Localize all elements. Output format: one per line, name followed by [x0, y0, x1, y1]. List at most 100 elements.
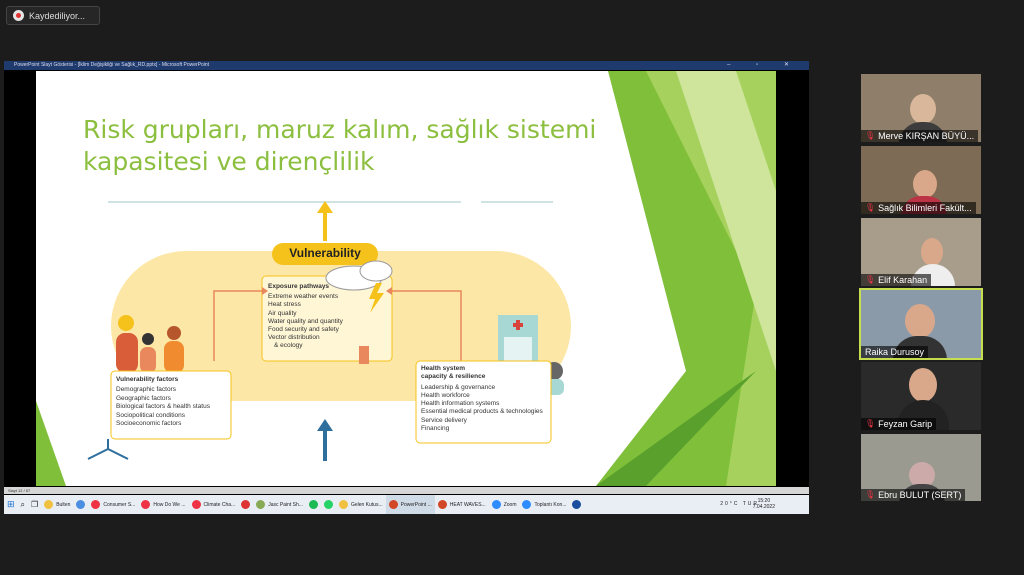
taskbar-item-active[interactable]: PowerPoint ...: [385, 495, 435, 514]
taskbar-item[interactable]: How Do We ...: [138, 495, 188, 514]
slideshow-status: Slayt 12 / 57: [4, 487, 809, 494]
participant-name: Raika Durusoy: [865, 347, 925, 357]
factor-item: Geographic factors: [116, 394, 171, 402]
participant-label: 🎙 Ebru BULUT (SERT): [861, 489, 966, 501]
factor-item: Socioeconomic factors: [116, 420, 182, 428]
participant-tile[interactable]: 🎙 Merve KIRŞAN BÜYÜ...: [861, 74, 981, 142]
health-item: Service delivery: [421, 416, 467, 424]
presentation-slide: Risk grupları, maruz kalım, sağlık siste…: [36, 71, 776, 486]
start-button[interactable]: ⊞: [4, 495, 18, 514]
app-icon: [76, 500, 86, 509]
window-titlebar: PowerPoint Slayt Gösterisi - [İklim Deği…: [4, 61, 809, 70]
health-title-1: Health system: [421, 365, 466, 372]
taskbar-item[interactable]: HEAT WAVES...: [435, 495, 489, 514]
search-icon: ⌕: [20, 499, 26, 509]
participant-label: 🎙 Merve KIRŞAN BÜYÜ...: [861, 130, 979, 142]
health-item: Health information systems: [421, 400, 500, 408]
participant-tile[interactable]: 🎙 Sağlık Bilimleri Fakült...: [861, 146, 981, 214]
recording-label: Kaydediliyor...: [29, 10, 86, 21]
muted-mic-icon: 🎙: [865, 419, 876, 428]
exposure-item: Extreme weather events: [268, 293, 339, 301]
factor-item: Demographic factors: [116, 386, 176, 394]
taskbar-item-label: HEAT WAVES...: [449, 501, 486, 508]
taskbar-item-label: Bulten: [56, 501, 71, 508]
help-icon: [572, 500, 582, 509]
exposure-item: Heat stress: [268, 301, 301, 309]
person-icon-3: [167, 326, 181, 340]
green-shape-5: [36, 401, 66, 486]
exposure-item: Vector distribution: [268, 334, 320, 342]
participant-name: Merve KIRŞAN BÜYÜ...: [878, 131, 975, 141]
chrome-icon: [141, 500, 151, 509]
participant-label: Raika Durusoy: [861, 346, 929, 358]
search-button[interactable]: ⌕: [18, 495, 28, 514]
whatsapp-icon: [323, 500, 333, 509]
paint-icon: [256, 500, 266, 509]
participant-label: 🎙 Elif Karahan: [861, 274, 932, 286]
participant-name: Elif Karahan: [878, 275, 928, 285]
exposure-item: & ecology: [274, 342, 303, 350]
window-title: PowerPoint Slayt Gösterisi - [İklim Deği…: [14, 62, 210, 68]
taskbar-item[interactable]: [321, 495, 336, 514]
taskbar-item-label: PowerPoint ...: [400, 501, 432, 508]
muted-mic-icon: 🎙: [865, 275, 876, 284]
taskbar-item-label: Gelen Kutus...: [350, 501, 383, 508]
exposure-pathways: Exposure pathways Extreme weather events…: [268, 283, 363, 351]
participant-video: [913, 170, 937, 198]
folder-icon: [44, 500, 54, 509]
participant-video: [905, 304, 935, 338]
pdf-icon: [437, 500, 447, 509]
participant-tile[interactable]: 🎙 Elif Karahan: [861, 218, 981, 286]
exposure-item: Food security and safety: [268, 326, 339, 334]
participant-video: [921, 238, 943, 266]
taskbar-item[interactable]: [73, 495, 88, 514]
participant-tile[interactable]: 🎙 Ebru BULUT (SERT): [861, 434, 981, 501]
bottom-arrow-head: [317, 419, 333, 431]
taskbar-item[interactable]: Consumer S...: [88, 495, 138, 514]
taskbar-clock[interactable]: 15:20 7.04.2022: [753, 498, 775, 510]
person-icon-2: [142, 333, 154, 345]
recording-indicator[interactable]: Kaydediliyor...: [6, 6, 100, 25]
health-item: Health workforce: [421, 391, 470, 399]
taskbar-item[interactable]: [238, 495, 253, 514]
taskbar-item-label: Zoom: [503, 501, 517, 508]
zoom-icon: [522, 500, 532, 509]
health-title-2: capacity & resilience: [421, 373, 486, 381]
slide-title: Risk grupları, maruz kalım, sağlık siste…: [83, 114, 596, 178]
health-item: Leadership & governance: [421, 383, 496, 391]
task-view-button[interactable]: ❐: [28, 495, 41, 514]
taskbar-item[interactable]: [306, 495, 321, 514]
task-view-icon: ❐: [31, 500, 39, 509]
taskbar-item[interactable]: Zoom: [489, 495, 520, 514]
taskbar-item[interactable]: Climate Cha...: [189, 495, 239, 514]
window-controls[interactable]: – ▫ ✕: [727, 61, 801, 70]
top-arrow-head: [317, 201, 333, 213]
participant-tile[interactable]: 🎙 Feyzan Garip: [861, 362, 981, 430]
person-icon-1: [118, 315, 134, 331]
help-button[interactable]: [569, 495, 584, 514]
exposure-item: Air quality: [268, 309, 297, 317]
vulnerability-factors: Vulnerability factors Demographic factor…: [116, 376, 228, 428]
participant-name: Sağlık Bilimleri Fakült...: [878, 203, 972, 213]
windows-taskbar: ⊞ ⌕ ❐ Bulten Consumer S... How Do We ...…: [4, 495, 809, 514]
taskbar-item[interactable]: Gelen Kutus...: [336, 495, 386, 514]
shared-screen: PowerPoint Slayt Gösterisi - [İklim Deği…: [4, 61, 809, 514]
muted-mic-icon: 🎙: [865, 203, 876, 212]
roots-icon: [87, 439, 129, 460]
participant-name: Feyzan Garip: [878, 419, 933, 429]
powerpoint-icon: [388, 500, 398, 509]
taskbar-item-label: Toplantı Kon...: [534, 501, 567, 508]
exposure-title: Exposure pathways: [268, 283, 330, 290]
muted-mic-icon: 🎙: [865, 490, 876, 499]
weather-temperature: 20°C: [720, 501, 740, 507]
participant-label: 🎙 Sağlık Bilimleri Fakült...: [861, 202, 976, 214]
taskbar-item[interactable]: Toplantı Kon...: [519, 495, 569, 514]
taskbar-item[interactable]: Jasc Paint Sh...: [253, 495, 306, 514]
participant-label: 🎙 Feyzan Garip: [861, 418, 937, 430]
participant-tile-active-speaker[interactable]: Raika Durusoy: [859, 288, 983, 360]
chrome-icon: [191, 500, 201, 509]
taskbar-item[interactable]: Bulten: [41, 495, 73, 514]
mail-icon: [338, 500, 348, 509]
health-system: Health system capacity & resilience Lead…: [421, 365, 549, 433]
spotify-icon: [308, 500, 318, 509]
